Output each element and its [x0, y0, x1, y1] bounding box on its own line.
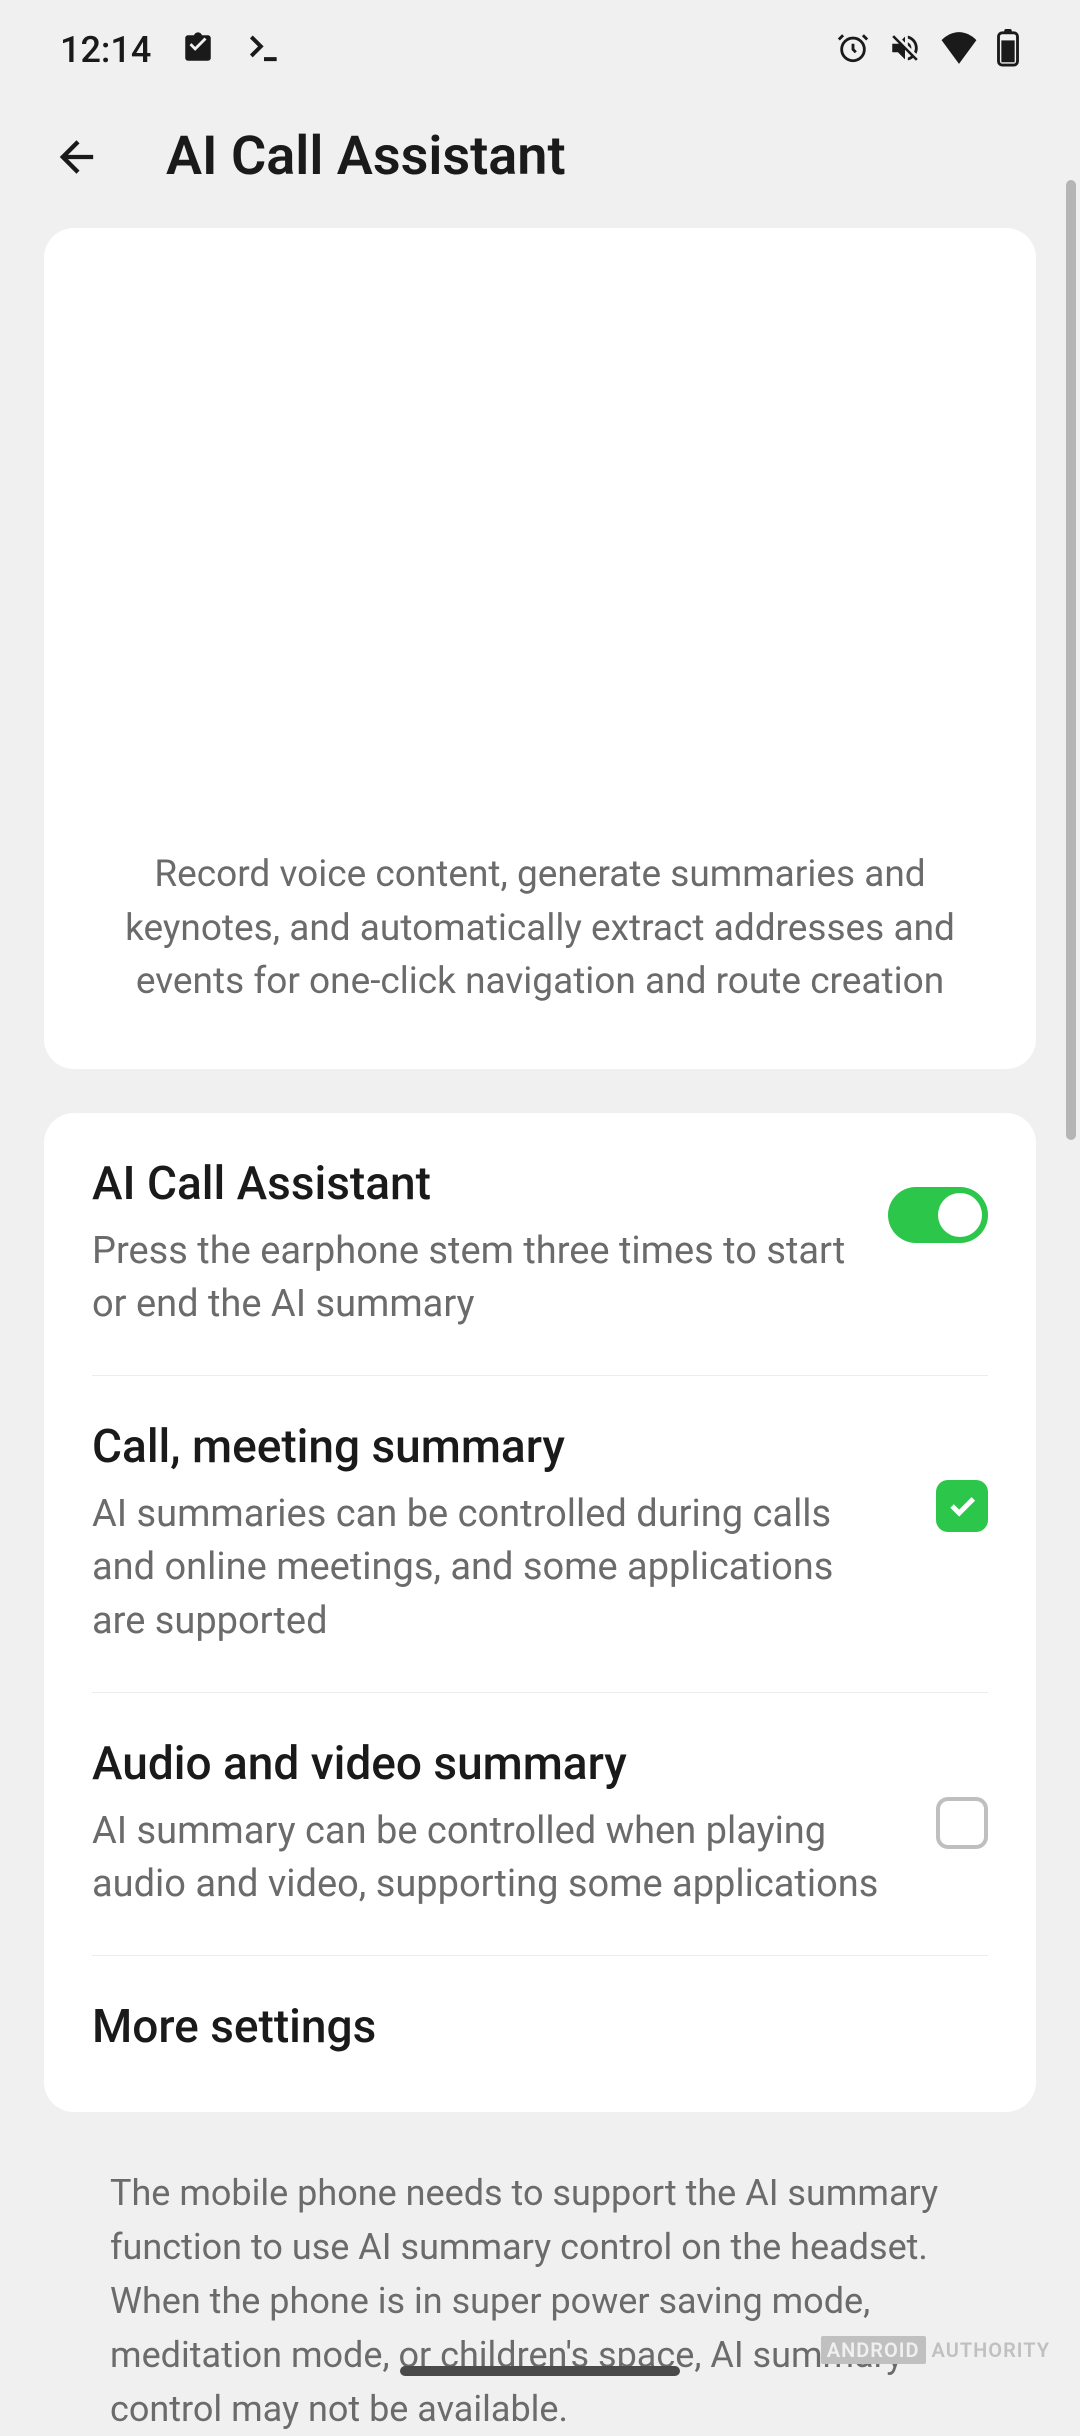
- scrollbar[interactable]: [1066, 180, 1076, 1140]
- battery-icon: [996, 29, 1020, 71]
- mute-icon: [888, 31, 922, 69]
- watermark: ANDROID AUTHORITY: [821, 2338, 1050, 2362]
- setting-title: More settings: [92, 2000, 988, 2054]
- intro-description: Record voice content, generate summaries…: [84, 848, 996, 1009]
- setting-text: More settings: [92, 2000, 988, 2068]
- page-header: AI Call Assistant: [0, 100, 1080, 228]
- setting-text: AI Call Assistant Press the earphone ste…: [92, 1157, 848, 1331]
- setting-ai-call-assistant[interactable]: AI Call Assistant Press the earphone ste…: [92, 1113, 988, 1376]
- footer-line2: When the phone is in super power saving …: [110, 2280, 903, 2430]
- setting-description: Press the earphone stem three times to s…: [92, 1225, 848, 1331]
- setting-description: AI summary can be controlled when playin…: [92, 1805, 896, 1911]
- footer-note: The mobile phone needs to support the AI…: [44, 2156, 1036, 2436]
- setting-text: Audio and video summary AI summary can b…: [92, 1737, 896, 1911]
- toggle-knob: [938, 1193, 982, 1237]
- arrow-left-icon: [52, 131, 104, 183]
- setting-call-meeting-summary[interactable]: Call, meeting summary AI summaries can b…: [92, 1376, 988, 1693]
- setting-title: AI Call Assistant: [92, 1157, 848, 1211]
- setting-text: Call, meeting summary AI summaries can b…: [92, 1420, 896, 1648]
- footer-line1: The mobile phone needs to support the AI…: [110, 2172, 938, 2268]
- back-button[interactable]: [50, 129, 106, 185]
- intro-card: Record voice content, generate summaries…: [44, 228, 1036, 1069]
- page-title: AI Call Assistant: [166, 125, 566, 188]
- clock-time: 12:14: [60, 29, 151, 71]
- clipboard-icon: [181, 31, 215, 69]
- setting-title: Call, meeting summary: [92, 1420, 896, 1474]
- status-bar-left: 12:14: [60, 29, 283, 71]
- watermark-bold: ANDROID: [821, 2336, 926, 2364]
- alarm-icon: [836, 31, 870, 69]
- nav-handle[interactable]: [400, 2366, 680, 2376]
- setting-description: AI summaries can be controlled during ca…: [92, 1488, 896, 1648]
- setting-title: Audio and video summary: [92, 1737, 896, 1791]
- wifi-icon: [940, 31, 978, 69]
- check-icon: [945, 1489, 979, 1523]
- intro-illustration: [84, 268, 996, 848]
- settings-card: AI Call Assistant Press the earphone ste…: [44, 1113, 1036, 2112]
- content-area: Record voice content, generate summaries…: [0, 228, 1080, 2436]
- setting-more-settings[interactable]: More settings: [92, 1956, 988, 2112]
- checkbox-audio-video-summary[interactable]: [936, 1797, 988, 1849]
- watermark-light: AUTHORITY: [932, 2338, 1050, 2362]
- setting-audio-video-summary[interactable]: Audio and video summary AI summary can b…: [92, 1693, 988, 1956]
- status-bar: 12:14: [0, 0, 1080, 100]
- status-bar-right: [836, 29, 1020, 71]
- terminal-icon: [245, 29, 283, 71]
- toggle-ai-call-assistant[interactable]: [888, 1187, 988, 1243]
- checkbox-call-meeting-summary[interactable]: [936, 1480, 988, 1532]
